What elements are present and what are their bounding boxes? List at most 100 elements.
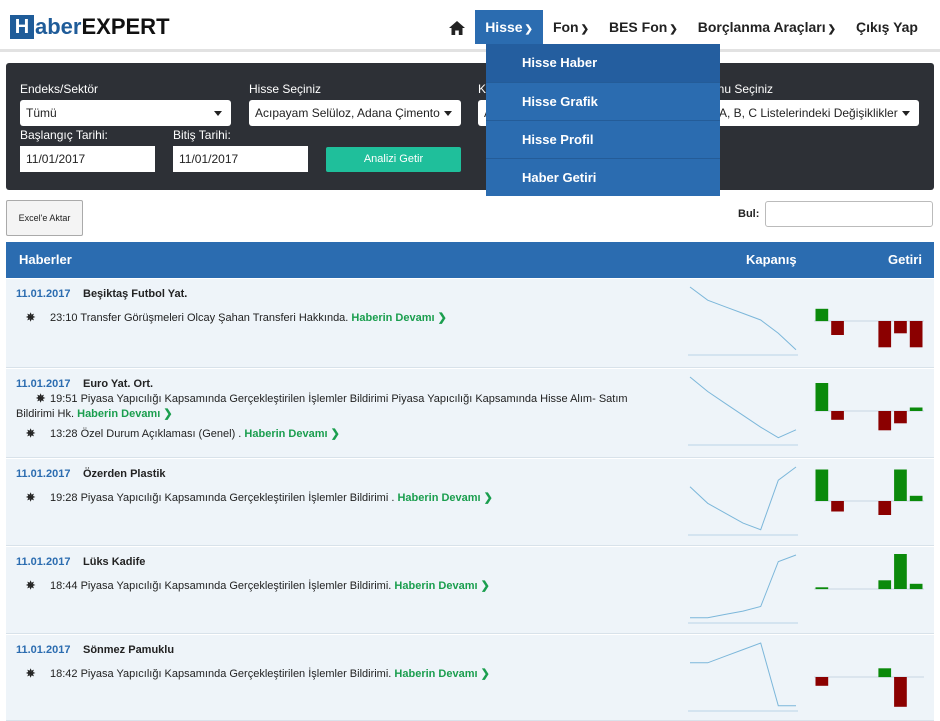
logo-text-part2: EXPERT — [81, 14, 170, 39]
header-kapanis: Kapanış — [746, 252, 797, 267]
news-item: ✵ 18:44 Piyasa Yapıcılığı Kapsamında Gerç… — [26, 579, 666, 594]
menu-item-hisse-grafik[interactable]: Hisse Grafik — [486, 82, 720, 120]
logo-mark: H — [10, 15, 34, 39]
logo[interactable]: H aber EXPERT — [10, 14, 170, 40]
nav-cikis[interactable]: Çıkış Yap — [846, 10, 928, 44]
read-more-link[interactable]: Haberin Devamı ❯ — [244, 428, 339, 440]
sparkline-path — [689, 286, 797, 351]
news-date: 11.01.2017 — [16, 556, 71, 568]
nav-borclanma[interactable]: Borçlanma Araçları ❯ — [688, 10, 846, 44]
konu-label: onu Seçiniz — [711, 82, 774, 96]
read-more-link[interactable]: Haberin Devamı ❯ — [394, 668, 489, 680]
bitis-label: Bitiş Tarihi: — [173, 128, 231, 142]
konu-select[interactable]: A, B, C Listelerindeki Değişiklikler — [711, 100, 919, 126]
caret-down-icon — [902, 111, 910, 116]
news-row: 11.01.2017 Lüks Kadife ✵ 18:44 Piyasa Yapıc… — [6, 547, 934, 634]
return-bar — [894, 321, 907, 334]
company-name: Özerden Plastik — [83, 468, 166, 480]
kapanis-sparkline — [688, 642, 798, 712]
chevron-down-icon: ❯ — [580, 24, 589, 35]
top-navbar: H aber EXPERT Hisse ❯ Fon ❯ BES Fon ❯ Borçl… — [0, 0, 940, 52]
company-name: Euro Yat. Ort. — [83, 378, 154, 390]
search-label: Bul: — [738, 208, 760, 220]
asterisk-icon: ✵ — [26, 492, 36, 504]
read-more-link[interactable]: Haberin Devamı ❯ — [77, 408, 172, 420]
news-text: 13:28 Özel Durum Açıklaması (Genel) . — [50, 428, 242, 440]
nav-fon[interactable]: Fon ❯ — [543, 10, 599, 44]
return-bar — [831, 411, 844, 420]
filter-panel: Endeks/Sektör Tümü Hisse Seçiniz Acıpaya… — [6, 63, 934, 190]
bitis-date-input[interactable]: 11/01/2017 — [173, 146, 308, 172]
analyze-button[interactable]: Analizi Getir — [326, 147, 461, 172]
chevron-down-icon: ❯ — [827, 24, 836, 35]
return-bar — [909, 583, 923, 590]
caret-down-icon — [214, 111, 222, 116]
return-bar — [878, 580, 892, 590]
news-date: 11.01.2017 — [16, 644, 71, 656]
asterisk-icon: ✵ — [26, 428, 36, 440]
excel-export-button[interactable]: Excel'e Aktar — [6, 200, 83, 236]
news-text: 18:44 Piyasa Yapıcılığı Kapsamında Gerçe… — [50, 580, 392, 592]
return-bar — [815, 308, 829, 322]
table-header: Haberler Kapanış Getiri — [6, 242, 934, 278]
return-bar — [878, 668, 892, 678]
read-more-link[interactable]: Haberin Devamı ❯ — [397, 492, 492, 504]
getiri-bar-chart — [814, 383, 924, 431]
news-date: 11.01.2017 — [16, 288, 71, 300]
kapanis-sparkline — [688, 554, 798, 624]
return-bar — [878, 321, 892, 348]
getiri-bar-chart — [814, 554, 924, 590]
getiri-bar-chart — [814, 469, 924, 515]
baslangic-label: Başlangıç Tarihi: — [20, 128, 108, 142]
return-bar — [815, 383, 829, 411]
return-bar — [878, 411, 892, 431]
menu-item-hisse-profil[interactable]: Hisse Profil — [486, 120, 720, 158]
asterisk-icon: ✵ — [26, 580, 36, 592]
logo-text-part1: aber — [35, 14, 82, 39]
return-bar — [894, 411, 907, 424]
getiri-bar-chart — [814, 668, 924, 707]
company-name: Beşiktaş Futbol Yat. — [83, 288, 188, 300]
return-bar — [894, 554, 907, 589]
home-button[interactable] — [439, 10, 475, 44]
return-bar — [878, 501, 892, 515]
news-text: 23:10 Transfer Görüşmeleri Olcay Şahan T… — [50, 312, 349, 324]
menu-item-haber-getiri[interactable]: Haber Getiri — [486, 158, 720, 196]
company-name: Lüks Kadife — [83, 556, 146, 568]
news-item: ✵ 18:42 Piyasa Yapıcılığı Kapsamında Gerç… — [26, 667, 666, 682]
return-bar — [894, 677, 907, 707]
hisse-select[interactable]: Acıpayam Selüloz, Adana Çimento — [249, 100, 461, 126]
news-text: 19:28 Piyasa Yapıcılığı Kapsamında Gerçe… — [50, 492, 395, 504]
return-bar — [909, 321, 923, 348]
caret-down-icon — [444, 111, 452, 116]
nav-hisse[interactable]: Hisse ❯ — [475, 10, 543, 44]
return-bar — [815, 469, 829, 501]
chevron-down-icon: ❯ — [669, 24, 678, 35]
menu-item-hisse-haber[interactable]: Hisse Haber — [486, 44, 720, 82]
return-bar — [815, 587, 829, 590]
endeks-label: Endeks/Sektör — [20, 82, 99, 96]
return-bar — [909, 407, 923, 411]
read-more-link[interactable]: Haberin Devamı ❯ — [394, 580, 489, 592]
k-label: K — [478, 82, 487, 96]
asterisk-icon: ✵ — [36, 393, 46, 405]
asterisk-icon: ✵ — [26, 312, 36, 324]
asterisk-icon: ✵ — [26, 668, 36, 680]
company-name: Sönmez Pamuklu — [83, 644, 175, 656]
nav-bes-fon[interactable]: BES Fon ❯ — [599, 10, 688, 44]
sparkline-path — [690, 642, 796, 707]
return-bar — [894, 469, 907, 501]
header-getiri: Getiri — [888, 252, 922, 267]
news-row: 11.01.2017 Euro Yat. Ort. ✵ 19:51 Piyasa Ya… — [6, 369, 934, 458]
baslangic-date-input[interactable]: 11/01/2017 — [20, 146, 155, 172]
news-text: 18:42 Piyasa Yapıcılığı Kapsamında Gerçe… — [50, 668, 392, 680]
return-bar — [831, 321, 844, 335]
sparkline-path — [690, 554, 797, 619]
endeks-select[interactable]: Tümü — [20, 100, 231, 126]
read-more-link[interactable]: Haberin Devamı ❯ — [351, 312, 446, 324]
return-bar — [831, 501, 844, 512]
kapanis-sparkline — [688, 466, 798, 536]
search-input[interactable] — [765, 201, 933, 227]
sparkline-path — [689, 376, 797, 439]
news-item: ✵ 13:28 Özel Durum Açıklaması (Genel) . H… — [26, 427, 666, 442]
